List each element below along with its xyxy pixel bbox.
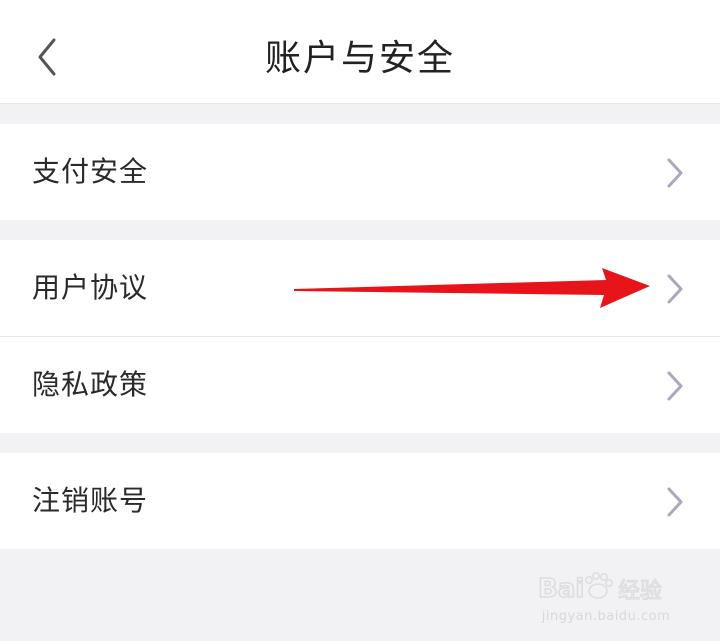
chevron-right-icon: [664, 485, 686, 519]
svg-text:经验: 经验: [618, 579, 662, 604]
watermark-url: jingyan.baidu.com: [541, 609, 671, 624]
page-title: 账户与安全: [264, 38, 455, 79]
menu-item-label: 注销账号: [32, 484, 149, 517]
chevron-right-icon: [664, 156, 686, 190]
svg-text:Bai: Bai: [538, 574, 584, 604]
navigation-bar: 账户与安全: [0, 0, 720, 104]
chevron-right-icon: [664, 272, 686, 306]
menu-item-label: 支付安全: [32, 155, 149, 188]
menu-group-payment: 支付安全: [0, 124, 720, 220]
menu-item-label: 隐私政策: [32, 368, 149, 401]
baidu-jingyan-watermark: Bai 经验 jingyan.baidu.com: [536, 567, 676, 629]
menu-item-delete-account[interactable]: 注销账号: [0, 453, 720, 549]
menu-item-payment-security[interactable]: 支付安全: [0, 124, 720, 220]
menu-item-user-agreement[interactable]: 用户协议: [0, 240, 720, 336]
menu-item-privacy-policy[interactable]: 隐私政策: [0, 336, 720, 433]
menu-group-agreements: 用户协议 隐私政策: [0, 240, 720, 433]
menu-item-label: 用户协议: [32, 271, 149, 304]
menu-group-account: 注销账号: [0, 453, 720, 549]
chevron-right-icon: [664, 369, 686, 403]
account-security-screen: 账户与安全 支付安全 用户协议 隐私政策 注销账号 Bai 经验 jingyan…: [0, 0, 720, 641]
baidu-paw-logo-icon: Bai 经验: [537, 572, 663, 605]
